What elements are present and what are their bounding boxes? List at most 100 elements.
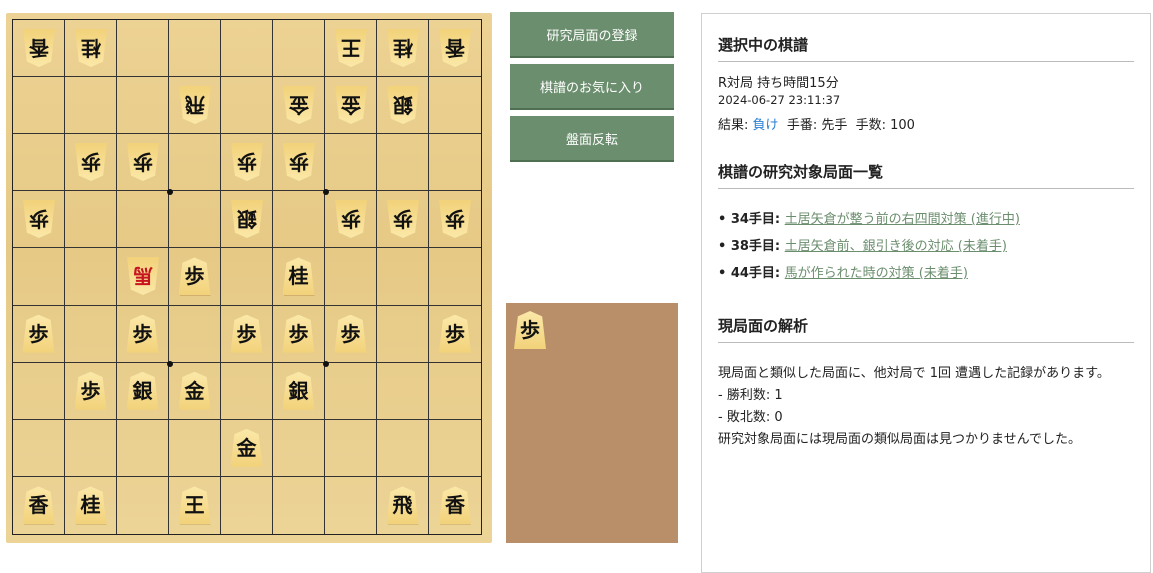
gote-piece[interactable]: 金 [335, 86, 367, 124]
board-square[interactable] [325, 248, 377, 306]
board-square[interactable] [325, 419, 377, 477]
gote-piece[interactable]: 馬 [127, 257, 159, 295]
board-square[interactable] [429, 248, 481, 306]
board-square[interactable]: 銀 [273, 362, 325, 420]
board-square[interactable] [117, 419, 169, 477]
board-square[interactable]: 飛 [377, 476, 429, 534]
board-square[interactable] [221, 20, 273, 78]
board-square[interactable] [65, 248, 117, 306]
board-square[interactable]: 歩 [65, 134, 117, 192]
board-square[interactable] [325, 134, 377, 192]
board-square[interactable] [325, 362, 377, 420]
board-square[interactable]: 歩 [325, 191, 377, 249]
board-square[interactable] [273, 191, 325, 249]
hand-piece[interactable]: 歩 [514, 311, 546, 349]
board-square[interactable]: 歩 [221, 305, 273, 363]
sente-piece[interactable]: 歩 [127, 315, 159, 353]
board-square[interactable]: 桂 [65, 20, 117, 78]
board-square[interactable] [117, 191, 169, 249]
board-square[interactable] [429, 363, 481, 420]
gote-piece[interactable]: 香 [23, 29, 55, 67]
gote-piece[interactable]: 歩 [335, 200, 367, 238]
board-square[interactable] [273, 476, 325, 534]
gote-piece[interactable]: 歩 [439, 200, 471, 238]
board-square[interactable] [221, 476, 273, 534]
gote-piece[interactable]: 歩 [127, 143, 159, 181]
board-square[interactable]: 歩 [13, 305, 65, 363]
board-square[interactable] [377, 134, 429, 192]
sente-piece[interactable]: 歩 [439, 315, 471, 353]
sente-piece[interactable]: 歩 [231, 315, 263, 353]
gote-piece[interactable]: 歩 [23, 200, 55, 238]
gote-piece[interactable]: 桂 [387, 29, 419, 67]
board-square[interactable]: 王 [325, 20, 377, 78]
sente-piece[interactable]: 歩 [75, 372, 107, 410]
gote-piece[interactable]: 歩 [75, 143, 107, 181]
board-square[interactable] [377, 419, 429, 477]
board-square[interactable]: 金 [325, 77, 377, 135]
board-square[interactable]: 桂 [377, 20, 429, 78]
board-square[interactable] [429, 134, 481, 192]
gote-piece[interactable]: 金 [283, 86, 315, 124]
board-square[interactable] [65, 419, 117, 477]
board-square[interactable]: 歩 [273, 134, 325, 192]
board-square[interactable] [13, 362, 65, 420]
board-square[interactable] [117, 476, 169, 534]
research-item-link[interactable]: 馬が作られた時の対策 (未着手) [785, 266, 968, 281]
board-square[interactable]: 銀 [221, 191, 273, 249]
board-square[interactable]: 桂 [273, 248, 325, 306]
board-square[interactable] [429, 77, 481, 135]
gote-piece[interactable]: 歩 [283, 143, 315, 181]
gote-piece[interactable]: 香 [439, 29, 471, 67]
board-square[interactable]: 馬 [117, 248, 169, 306]
board-square[interactable]: 香 [429, 477, 481, 534]
board-square[interactable]: 歩 [429, 306, 481, 363]
board-square[interactable]: 王 [169, 476, 221, 534]
sente-piece[interactable]: 桂 [75, 486, 107, 524]
sente-piece[interactable]: 金 [179, 372, 211, 410]
sente-piece[interactable]: 王 [179, 486, 211, 524]
board-square[interactable] [65, 305, 117, 363]
gote-piece[interactable]: 歩 [387, 200, 419, 238]
board-square[interactable] [65, 77, 117, 135]
board-square[interactable] [13, 77, 65, 135]
board-square[interactable] [117, 77, 169, 135]
sente-piece[interactable]: 金 [231, 429, 263, 467]
flip-board-button[interactable]: 盤面反転 [510, 116, 674, 160]
research-item-link[interactable]: 土居矢倉が整う前の右四間対策 (進行中) [785, 212, 1020, 227]
sente-piece[interactable]: 歩 [179, 257, 211, 295]
board-square[interactable]: 香 [13, 476, 65, 534]
board-square[interactable]: 銀 [117, 362, 169, 420]
register-research-position-button[interactable]: 研究局面の登録 [510, 12, 674, 56]
board-square[interactable] [169, 134, 221, 192]
board-square[interactable]: 歩 [377, 191, 429, 249]
board-square[interactable] [65, 191, 117, 249]
board-square[interactable] [221, 248, 273, 306]
sente-piece[interactable]: 香 [439, 486, 471, 524]
board-square[interactable] [169, 191, 221, 249]
board-square[interactable] [377, 362, 429, 420]
board-square[interactable]: 歩 [429, 191, 481, 249]
board-square[interactable] [169, 419, 221, 477]
board-square[interactable]: 金 [221, 419, 273, 477]
sente-piece[interactable]: 銀 [127, 372, 159, 410]
sente-piece[interactable]: 歩 [23, 315, 55, 353]
board-square[interactable] [13, 248, 65, 306]
board-square[interactable]: 歩 [117, 305, 169, 363]
favorite-kifu-button[interactable]: 棋譜のお気に入り [510, 64, 674, 108]
sente-piece[interactable]: 飛 [387, 486, 419, 524]
board-square[interactable] [169, 305, 221, 363]
board-square[interactable] [13, 419, 65, 477]
board-square[interactable]: 金 [273, 77, 325, 135]
board-square[interactable] [221, 362, 273, 420]
sente-piece[interactable]: 桂 [283, 257, 315, 295]
gote-piece[interactable]: 桂 [75, 29, 107, 67]
sente-piece[interactable]: 香 [23, 486, 55, 524]
board-square[interactable] [117, 20, 169, 78]
board-square[interactable]: 桂 [65, 476, 117, 534]
board-square[interactable]: 歩 [325, 305, 377, 363]
board-square[interactable]: 歩 [221, 134, 273, 192]
board-square[interactable]: 飛 [169, 77, 221, 135]
board-square[interactable]: 歩 [117, 134, 169, 192]
board-square[interactable] [377, 305, 429, 363]
